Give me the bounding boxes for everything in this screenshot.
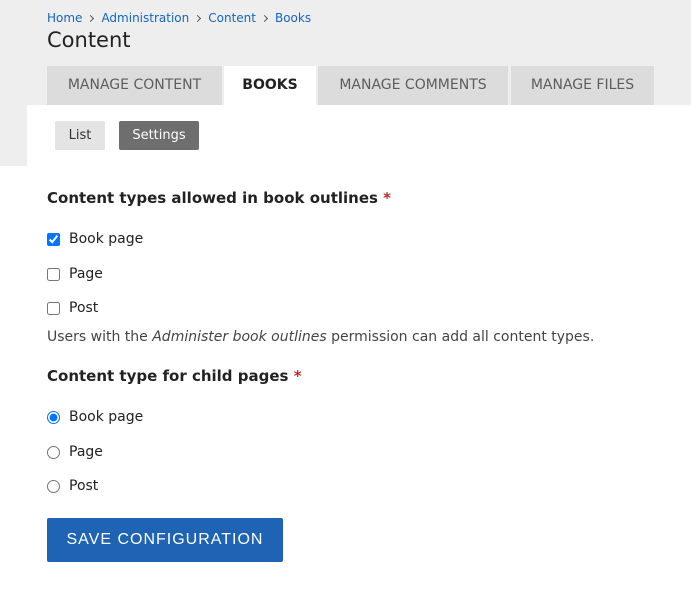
child-type-title-text: Content type for child pages: [47, 367, 289, 385]
tab-manage-content[interactable]: Manage Content: [47, 66, 222, 105]
post-checkbox[interactable]: [47, 301, 60, 315]
option-label: Page: [69, 266, 103, 282]
save-configuration-button[interactable]: Save configuration: [47, 518, 283, 562]
page-title: Content: [47, 28, 131, 52]
child-type-book-page[interactable]: Book page: [47, 408, 143, 426]
book-page-radio[interactable]: [47, 410, 60, 424]
subtab-list[interactable]: List: [55, 121, 105, 150]
required-marker: *: [293, 367, 302, 385]
required-marker: *: [383, 189, 392, 207]
breadcrumb-home[interactable]: Home: [47, 11, 82, 25]
permission-name: Administer book outlines: [152, 329, 327, 345]
child-type-post[interactable]: Post: [47, 477, 98, 495]
description-text: Users with the: [47, 329, 153, 345]
option-label: Page: [69, 444, 103, 460]
option-label: Post: [69, 300, 99, 316]
allowed-type-book-page[interactable]: Book page: [47, 230, 143, 248]
post-radio[interactable]: [47, 479, 60, 493]
child-type-title: Content type for child pages *: [47, 367, 302, 385]
tab-books[interactable]: Books: [224, 66, 316, 105]
page-radio[interactable]: [47, 445, 60, 459]
breadcrumb-books[interactable]: Books: [275, 11, 311, 25]
child-type-page[interactable]: Page: [47, 443, 103, 461]
subtab-settings[interactable]: Settings: [119, 121, 199, 150]
breadcrumb-administration[interactable]: Administration: [101, 11, 189, 25]
chevron-right-icon: [194, 14, 202, 23]
allowed-types-title-text: Content types allowed in book outlines: [47, 189, 378, 207]
allowed-types-description: Users with the Administer book outlines …: [47, 329, 594, 345]
left-strip: [0, 105, 27, 166]
chevron-right-icon: [87, 14, 95, 23]
allowed-type-page[interactable]: Page: [47, 265, 103, 283]
description-text: permission can add all content types.: [326, 329, 595, 345]
chevron-right-icon: [260, 14, 269, 23]
allowed-type-post[interactable]: Post: [47, 299, 98, 317]
breadcrumb-content[interactable]: Content: [208, 11, 256, 25]
tab-manage-comments[interactable]: Manage Comments: [318, 66, 508, 105]
book-page-checkbox[interactable]: [47, 232, 60, 246]
option-label: Post: [69, 478, 99, 494]
allowed-types-title: Content types allowed in book outlines *: [47, 189, 391, 207]
breadcrumb: Home Administration Content Books: [47, 10, 311, 26]
page-checkbox[interactable]: [47, 267, 60, 281]
tab-manage-files[interactable]: Manage Files: [511, 66, 654, 105]
option-label: Book page: [69, 231, 144, 247]
option-label: Book page: [69, 409, 144, 425]
